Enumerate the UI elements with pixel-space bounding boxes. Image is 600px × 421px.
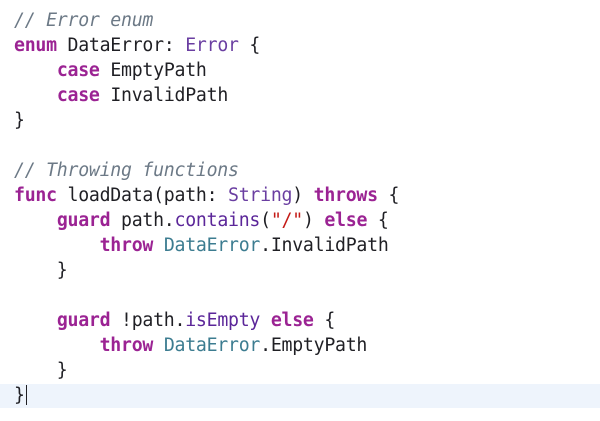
code-line[interactable]: // Throwing functions xyxy=(0,159,600,183)
code-token-typeref: DataError xyxy=(163,235,261,256)
code-line[interactable]: throw DataError.InvalidPath xyxy=(0,234,600,258)
code-line[interactable]: } xyxy=(0,359,600,383)
code-token-keyword: case xyxy=(56,85,100,106)
code-line[interactable]: } xyxy=(0,259,600,283)
code-line-current[interactable]: } xyxy=(0,384,600,408)
code-token-plain: { xyxy=(313,310,336,331)
source-text-area[interactable]: // Error enum enum DataError: Error { cas… xyxy=(0,0,600,421)
code-token-plain: DataError: xyxy=(56,35,186,56)
code-token-plain: { xyxy=(367,210,389,231)
code-token-keyword: guard xyxy=(56,210,111,231)
code-token-typeref: DataError xyxy=(163,335,261,356)
code-token-keyword: case xyxy=(56,60,100,81)
code-line[interactable]: } xyxy=(0,109,600,133)
code-token-keyword: throw xyxy=(99,335,154,356)
code-token-plain: EmptyPath xyxy=(99,60,207,81)
code-token-plain: } xyxy=(14,385,25,406)
code-token-keyword: throw xyxy=(99,235,154,256)
code-line[interactable] xyxy=(0,134,600,158)
code-token-comment: // Error enum xyxy=(14,10,154,31)
code-token-string: "/" xyxy=(270,210,303,231)
code-token-keyword: else xyxy=(270,310,314,331)
code-line[interactable] xyxy=(0,284,600,308)
code-editor[interactable]: // Error enum enum DataError: Error { cas… xyxy=(0,0,600,421)
code-token-keyword: throws xyxy=(313,185,378,206)
code-token-keyword: else xyxy=(324,210,368,231)
text-caret xyxy=(25,385,28,405)
code-token-plain: } xyxy=(14,110,25,131)
code-token-func: isEmpty xyxy=(185,310,261,331)
code-token-type: Error xyxy=(185,35,239,56)
code-token-plain: .EmptyPath xyxy=(260,335,368,356)
code-token-plain: } xyxy=(14,360,68,381)
code-token-plain: ) xyxy=(292,185,314,206)
code-line[interactable]: case InvalidPath xyxy=(0,84,600,108)
code-token-plain: loadData(path: xyxy=(56,185,229,206)
code-line[interactable]: guard path.contains("/") else { xyxy=(0,209,600,233)
code-line[interactable]: // Error enum xyxy=(0,9,600,33)
code-token-plain: InvalidPath xyxy=(99,85,229,106)
code-token-plain: { xyxy=(238,35,261,56)
code-token-plain: ) xyxy=(302,210,325,231)
code-token-keyword: enum xyxy=(14,35,57,56)
code-token-keyword: guard xyxy=(56,310,111,331)
code-line[interactable]: case EmptyPath xyxy=(0,59,600,83)
code-token-plain: { xyxy=(377,185,400,206)
code-line[interactable]: enum DataError: Error { xyxy=(0,34,600,58)
code-token-plain: !path. xyxy=(110,310,186,331)
code-token-comment: // Throwing functions xyxy=(14,160,239,181)
code-token-plain: ( xyxy=(260,210,271,231)
code-token-keyword: func xyxy=(14,185,57,206)
code-token-type: String xyxy=(228,185,293,206)
code-line[interactable]: guard !path.isEmpty else { xyxy=(0,309,600,333)
code-token-plain: path. xyxy=(110,210,175,231)
code-line[interactable]: throw DataError.EmptyPath xyxy=(0,334,600,358)
code-token-func: contains xyxy=(174,210,261,231)
code-line[interactable]: func loadData(path: String) throws { xyxy=(0,184,600,208)
code-token-plain: .InvalidPath xyxy=(260,235,389,256)
code-token-plain: } xyxy=(14,260,68,281)
